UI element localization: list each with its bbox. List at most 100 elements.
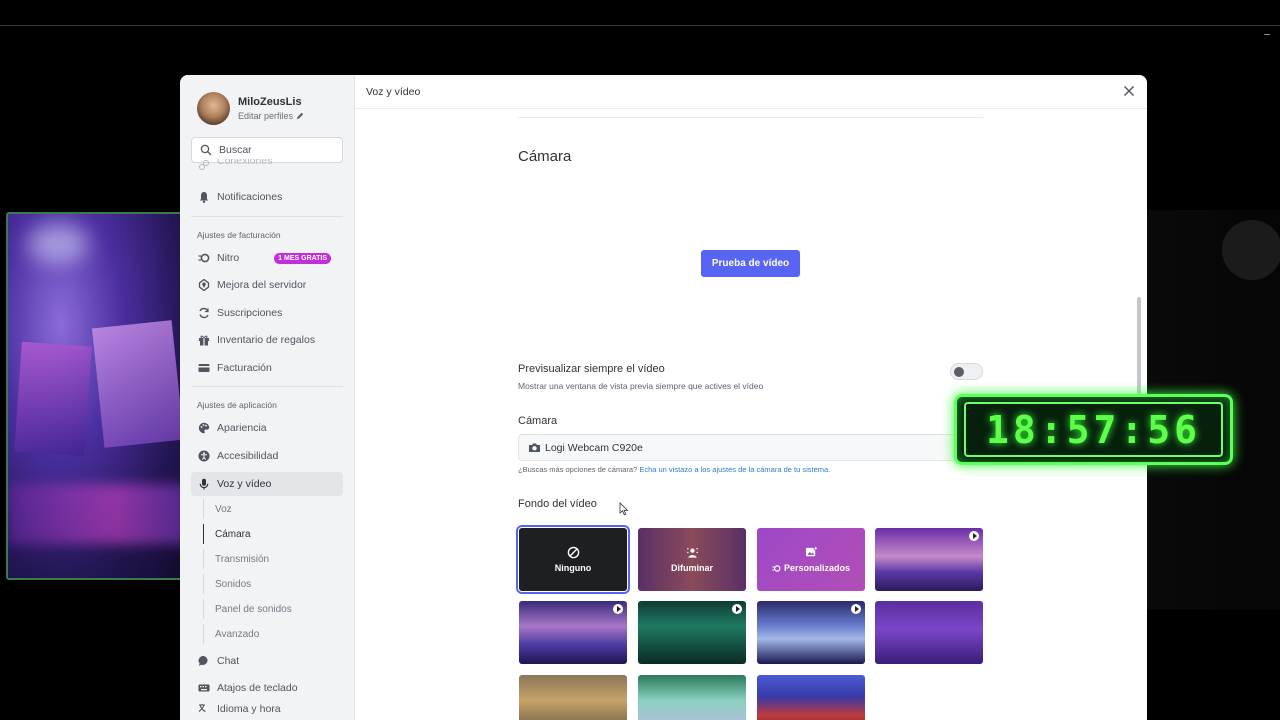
- always-preview-toggle[interactable]: [950, 363, 983, 380]
- play-icon: [613, 604, 623, 614]
- nitro-icon: [198, 252, 210, 264]
- camera-select-label: Cámara: [518, 415, 558, 427]
- background-preset-6[interactable]: [519, 675, 627, 720]
- content-scrollbar[interactable]: [1137, 297, 1141, 395]
- sidebar-item-keybinds[interactable]: Atajos de teclado: [191, 676, 343, 700]
- nitro-icon: [772, 564, 781, 572]
- background-preset-3[interactable]: [638, 601, 746, 664]
- sidebar-item-connections[interactable]: Conexiones: [191, 159, 343, 171]
- poster-left: [14, 341, 92, 457]
- sidebar-item-nitro[interactable]: Nitro 1 MES GRATIS: [191, 246, 343, 270]
- background-none[interactable]: Ninguno: [516, 525, 630, 594]
- sidebar-divider: [191, 386, 343, 387]
- edit-profiles-label: Editar perfiles: [238, 111, 294, 121]
- bell-icon: [198, 191, 210, 203]
- clock-face: 18:57:56: [964, 402, 1223, 457]
- sidebar-subitem-advanced[interactable]: Avanzado: [203, 624, 343, 644]
- camera-select[interactable]: Logi Webcam C920e: [518, 434, 983, 461]
- background-blur[interactable]: Difuminar: [638, 528, 746, 591]
- sidebar-subitem-soundboard[interactable]: Panel de sonidos: [203, 599, 343, 619]
- play-icon: [969, 531, 979, 541]
- camera-select-value: Logi Webcam C920e: [545, 441, 643, 454]
- palette-icon: [198, 422, 210, 434]
- screen: MiloZeusLis Editar perfiles Buscar Conex…: [0, 0, 1280, 720]
- sidebar-item-billing[interactable]: Facturación: [191, 356, 343, 380]
- top-divider: [0, 25, 1280, 26]
- nitro-free-month-badge: 1 MES GRATIS: [274, 252, 332, 264]
- sidebar-subitem-sounds[interactable]: Sonidos: [203, 574, 343, 594]
- background-preset-4[interactable]: [757, 601, 865, 664]
- background-custom[interactable]: Personalizados: [757, 528, 865, 591]
- add-image-icon: [805, 546, 818, 557]
- background-preset-5[interactable]: [875, 601, 983, 664]
- search-placeholder: Buscar: [219, 144, 252, 156]
- boost-gem-icon: [198, 279, 210, 291]
- sidebar-item-accessibility[interactable]: Accesibilidad: [191, 444, 343, 468]
- sidebar-item-subscriptions[interactable]: Suscripciones: [191, 301, 343, 325]
- play-icon: [851, 604, 861, 614]
- profile-card[interactable]: MiloZeusLis Editar perfiles: [197, 92, 304, 125]
- camera-hint: ¿Buscas más opciones de cámara? Echa un …: [518, 465, 830, 474]
- system-camera-settings-link[interactable]: Echa un vistazo a los ajustes de la cáma…: [639, 465, 830, 474]
- mouse-cursor-icon: [619, 502, 629, 516]
- sidebar-item-chat[interactable]: Chat: [191, 649, 343, 673]
- page-title: Voz y vídeo: [366, 86, 421, 98]
- test-video-button[interactable]: Prueba de vídeo: [701, 250, 800, 277]
- digital-clock-overlay: 18:57:56: [954, 394, 1233, 465]
- close-icon[interactable]: [1123, 85, 1135, 97]
- block-icon: [567, 546, 579, 559]
- sidebar-subitem-streaming[interactable]: Transmisión: [203, 549, 343, 569]
- sidebar-item-server-boost[interactable]: Mejora del servidor: [191, 273, 343, 297]
- edit-profiles-link[interactable]: Editar perfiles: [238, 111, 304, 121]
- microphone-icon: [198, 478, 210, 490]
- sidebar-subitem-voice[interactable]: Voz: [203, 499, 343, 519]
- sidebar-item-label: Atajos de teclado: [217, 682, 298, 694]
- sidebar-divider: [191, 216, 343, 217]
- sidebar-item-label: Suscripciones: [217, 307, 283, 319]
- profile-name: MiloZeusLis: [238, 96, 302, 108]
- settings-sidebar: MiloZeusLis Editar perfiles Buscar Conex…: [180, 75, 355, 720]
- sidebar-item-label: Apariencia: [217, 422, 267, 434]
- camera-hint-text: ¿Buscas más opciones de cámara?: [518, 465, 638, 474]
- chat-bubble-icon: [198, 655, 210, 667]
- sidebar-item-label: Accesibilidad: [217, 450, 279, 462]
- sidebar-item-label: Facturación: [217, 362, 272, 374]
- always-preview-title: Previsualizar siempre el vídeo: [518, 363, 665, 375]
- sidebar-item-voice-video[interactable]: Voz y vídeo: [191, 472, 343, 496]
- background-blur-label: Difuminar: [670, 563, 713, 573]
- content-header: Voz y vídeo: [355, 75, 1147, 109]
- always-preview-description: Mostrar una ventana de vista previa siem…: [518, 381, 764, 391]
- blur-icon: [686, 548, 698, 558]
- window-minimize-mark[interactable]: [1264, 34, 1270, 35]
- background-preset-7[interactable]: [638, 675, 746, 720]
- background-preset-8[interactable]: [757, 675, 865, 720]
- sidebar-item-label: Chat: [217, 655, 240, 667]
- search-icon: [200, 144, 212, 156]
- billing-section-heading: Ajustes de facturación: [197, 230, 281, 240]
- sidebar-item-language-time[interactable]: Idioma y hora: [191, 703, 343, 720]
- video-background-label: Fondo del vídeo: [518, 498, 597, 510]
- translate-icon: [198, 703, 210, 715]
- sidebar-item-appearance[interactable]: Apariencia: [191, 416, 343, 440]
- sidebar-item-label: Nitro: [217, 252, 240, 264]
- sidebar-subitem-camera[interactable]: Cámara: [203, 524, 343, 544]
- credit-card-icon: [198, 362, 210, 374]
- poster-right: [91, 320, 184, 448]
- background-preset-1[interactable]: [875, 528, 983, 591]
- play-icon: [732, 604, 742, 614]
- camera-preview-area: Prueba de vídeo: [518, 181, 983, 335]
- refresh-icon: [198, 307, 210, 319]
- section-divider: [518, 117, 983, 118]
- background-custom-label: Personalizados: [783, 563, 851, 573]
- clock-time: 18:57:56: [985, 407, 1202, 452]
- sidebar-item-label: Mejora del servidor: [217, 279, 307, 291]
- sidebar-item-label: Inventario de regalos: [217, 334, 316, 346]
- background-preset-2[interactable]: [519, 601, 627, 664]
- sidebar-item-label: Notificaciones: [217, 191, 283, 203]
- avatar[interactable]: [197, 92, 230, 125]
- background-none-label: Ninguno: [554, 563, 592, 573]
- sidebar-item-gift-inventory[interactable]: Inventario de regalos: [191, 328, 343, 352]
- sidebar-item-notifications[interactable]: Notificaciones: [191, 185, 343, 209]
- accessibility-icon: [198, 450, 210, 462]
- camera-icon: [529, 443, 540, 452]
